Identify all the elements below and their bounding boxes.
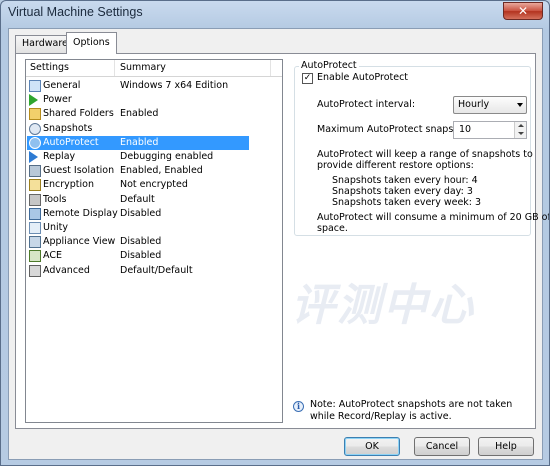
list-item-label: Appliance View [43,236,116,248]
list-item-summary: Enabled, Enabled [120,165,203,177]
note-text: Note: AutoProtect snapshots are not take… [310,399,513,422]
general-icon [29,80,41,92]
list-item[interactable]: Advanced Default/Default [26,264,282,278]
list-item[interactable]: Guest Isolation Enabled, Enabled [26,164,282,178]
power-icon [29,94,38,107]
encryption-icon [29,179,41,192]
interval-label: AutoProtect interval: [317,99,416,110]
list-item-label: Power [43,94,72,106]
list-item-label: Shared Folders [43,108,114,120]
settings-window: Virtual Machine Settings ✕ Hardware Opti… [0,0,550,466]
guest-isolation-icon [29,165,41,178]
interval-value: Hourly [458,99,490,110]
increment-arrow-icon[interactable] [514,122,526,130]
list-item-label: General [43,80,81,91]
list-item[interactable]: Appliance View Disabled [26,235,282,249]
column-header-summary[interactable]: Summary [120,62,166,73]
snapshots-day-text: Snapshots taken every day: 3 [332,186,473,197]
list-item-summary: Disabled [120,207,162,219]
list-item-label: Unity [43,222,68,233]
max-snapshots-stepper[interactable]: 10 [453,121,527,139]
cancel-button[interactable]: Cancel [414,437,470,456]
list-item[interactable]: Tools Default [26,193,282,207]
window-title: Virtual Machine Settings [8,5,143,19]
list-item-summary: Disabled [120,250,162,262]
list-item[interactable]: Unity [26,221,282,235]
list-item-summary: Debugging enabled [120,151,214,162]
list-item-label: Remote Display [43,207,118,219]
column-header-settings[interactable]: Settings [30,62,69,73]
list-item[interactable]: Encryption Not encrypted [26,178,282,192]
list-item-summary: Enabled [120,136,159,148]
enable-autoprotect-label[interactable]: Enable AutoProtect [317,72,408,83]
list-item-label: ACE [43,250,62,262]
tab-options[interactable]: Options [66,32,117,54]
list-item-label: Advanced [43,264,90,276]
description-line-2: provide different restore options: [317,160,474,171]
autoprotect-icon [29,136,41,149]
tools-icon [29,193,41,206]
autoprotect-group: AutoProtect ✓ Enable AutoProtect AutoPro… [294,60,549,236]
column-divider[interactable] [270,60,271,76]
dialog-client: Hardware Options 168 评测中心 Settings Summa… [8,28,549,460]
list-item-label: Encryption [43,179,95,191]
list-item-summary: Not encrypted [120,179,188,191]
disk-consumption-line-2: space. [317,223,348,234]
chevron-down-icon [517,103,523,107]
ok-button[interactable]: OK [344,437,400,456]
ace-icon [29,250,41,263]
decrement-arrow-icon[interactable] [514,130,526,138]
list-item[interactable]: Power [26,93,282,107]
list-item-summary: Enabled [120,108,159,120]
list-item[interactable]: Replay Debugging enabled [26,150,282,164]
unity-icon [29,222,41,234]
snapshots-hour-text: Snapshots taken every hour: 4 [332,175,478,186]
list-item-label: Tools [43,193,67,205]
remote-display-icon [29,207,41,220]
close-button[interactable]: ✕ [503,2,543,20]
group-title: AutoProtect [299,60,359,71]
list-item[interactable]: General Windows 7 x64 Edition [26,79,282,93]
list-item-summary: Default/Default [120,264,193,276]
list-item[interactable]: Shared Folders Enabled [26,107,282,121]
list-item-summary: Default [120,193,155,205]
list-item-summary: Windows 7 x64 Edition [120,80,229,91]
list-item-label: Snapshots [43,122,93,134]
list-header: Settings Summary [26,60,282,77]
title-bar[interactable]: Virtual Machine Settings ✕ [1,1,549,28]
folder-icon [29,108,41,121]
description-line-1: AutoProtect will keep a range of snapsho… [317,149,533,160]
advanced-icon [29,264,41,277]
list-item-label: AutoProtect [43,136,99,148]
list-item-label: Replay [43,151,76,162]
help-button[interactable]: Help [478,437,534,456]
column-divider[interactable] [114,60,115,76]
interval-dropdown[interactable]: Hourly [453,96,527,114]
settings-list[interactable]: Settings Summary General Windows 7 x64 Ed… [25,59,283,423]
list-item-summary: Disabled [120,236,162,248]
replay-icon [29,151,38,163]
snapshots-week-text: Snapshots taken every week: 3 [332,197,482,208]
list-item-label: Guest Isolation [43,165,115,177]
disk-consumption-line-1: AutoProtect will consume a minimum of 20… [317,212,550,223]
list-item[interactable]: AutoProtect Enabled [26,135,282,150]
snapshots-icon [29,122,41,135]
list-item[interactable]: Snapshots [26,122,282,136]
list-item[interactable]: ACE Disabled [26,249,282,263]
info-icon: i [293,401,304,412]
check-mark-icon: ✓ [303,73,312,83]
enable-autoprotect-checkbox[interactable]: ✓ [302,73,313,84]
options-tab-page: 168 评测中心 Settings Summary General Windows… [15,53,549,429]
appliance-view-icon [29,236,41,249]
max-snapshots-value[interactable]: 10 [459,124,471,135]
list-item[interactable]: Remote Display Disabled [26,207,282,221]
